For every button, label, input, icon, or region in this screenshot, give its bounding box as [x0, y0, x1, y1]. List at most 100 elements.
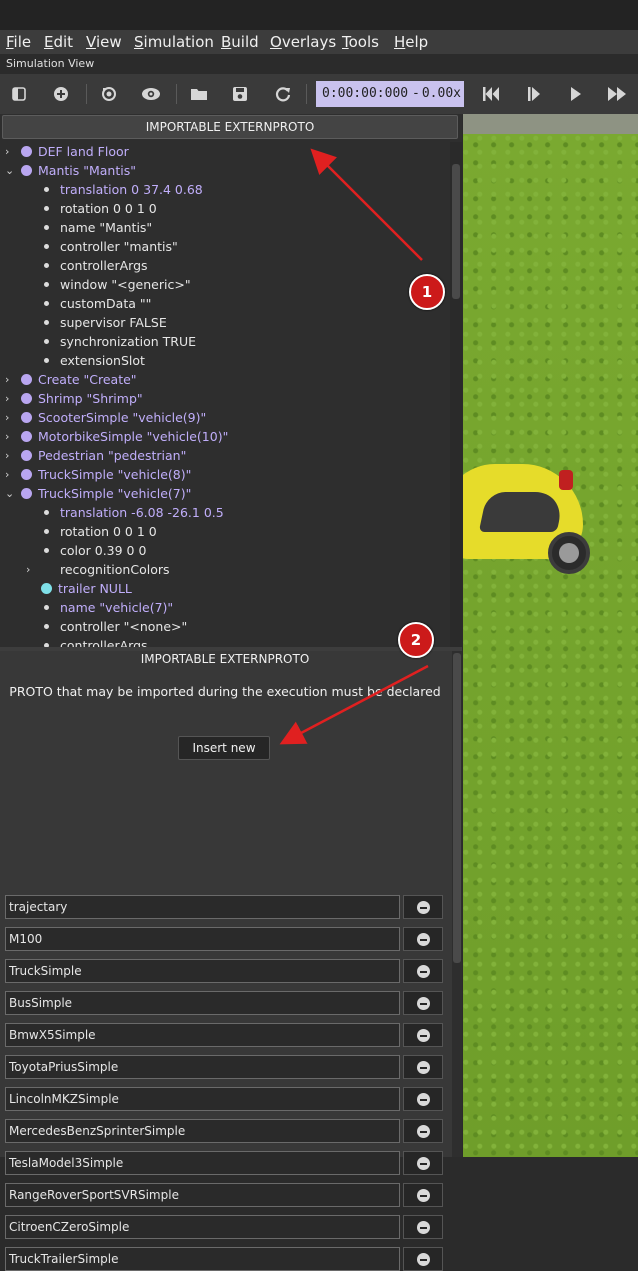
scene-tree-scroll-thumb[interactable]	[452, 164, 460, 299]
menu-item-overlays[interactable]: Overlays	[270, 33, 336, 51]
menu-item-help[interactable]: Help	[394, 33, 428, 51]
tree-node-row[interactable]: ⌄ TruckSimple "vehicle(7)"	[0, 484, 450, 503]
chevron-right-icon[interactable]: ›	[5, 408, 9, 427]
externproto-name-field[interactable]: TruckTrailerSimple	[5, 1247, 400, 1271]
chevron-right-icon[interactable]: ›	[26, 560, 30, 579]
chevron-right-icon[interactable]: ›	[5, 142, 9, 161]
tree-node-row[interactable]: › Pedestrian "pedestrian"	[0, 446, 450, 465]
externproto-name-field[interactable]: ToyotaPriusSimple	[5, 1055, 400, 1079]
reset-simulation-icon[interactable]	[479, 82, 503, 106]
menu-label-rest: ools	[348, 33, 379, 51]
remove-externproto-button[interactable]	[403, 1119, 443, 1143]
tree-field-row[interactable]: rotation 0 0 1 0	[0, 522, 450, 541]
externproto-name-field[interactable]: TruckSimple	[5, 959, 400, 983]
tree-node-row[interactable]: › ScooterSimple "vehicle(9)"	[0, 408, 450, 427]
remove-externproto-button[interactable]	[403, 1055, 443, 1079]
reload-world-icon[interactable]	[271, 82, 295, 106]
externproto-name-field[interactable]: RangeRoverSportSVRSimple	[5, 1183, 400, 1207]
menu-accelerator: H	[394, 33, 406, 51]
toggle-scene-tree-icon[interactable]	[7, 82, 31, 106]
externproto-name-field[interactable]: CitroenCZeroSimple	[5, 1215, 400, 1239]
tree-field-row[interactable]: supervisor FALSE	[0, 313, 450, 332]
remove-externproto-button[interactable]	[403, 1183, 443, 1207]
time-separator: -	[412, 86, 420, 101]
step-icon[interactable]	[522, 82, 546, 106]
node-dot-icon	[21, 488, 32, 499]
chevron-right-icon[interactable]: ›	[5, 427, 9, 446]
remove-externproto-button[interactable]	[403, 1151, 443, 1175]
tree-node-row[interactable]: › Shrimp "Shrimp"	[0, 389, 450, 408]
insert-new-button[interactable]: Insert new	[178, 736, 270, 760]
chevron-right-icon[interactable]: ›	[5, 465, 9, 484]
externproto-name-field[interactable]: BusSimple	[5, 991, 400, 1015]
menu-label-rest: ile	[13, 33, 32, 51]
open-world-icon[interactable]	[187, 82, 211, 106]
tree-field-row[interactable]: controller "mantis"	[0, 237, 450, 256]
eye-icon[interactable]	[139, 82, 163, 106]
tree-field-row[interactable]: controllerArgs	[0, 256, 450, 275]
menu-item-view[interactable]: View	[86, 33, 122, 51]
tree-row-label: controller "mantis"	[60, 239, 178, 254]
tree-field-row[interactable]: controllerArgs	[0, 636, 450, 647]
chevron-down-icon[interactable]: ⌄	[5, 484, 14, 503]
field-bullet-icon	[44, 244, 49, 249]
3d-viewport[interactable]	[463, 114, 638, 1157]
tree-field-row[interactable]: extensionSlot	[0, 351, 450, 370]
tree-field-row[interactable]: rotation 0 0 1 0	[0, 199, 450, 218]
importable-externproto-button[interactable]: IMPORTABLE EXTERNPROTO	[2, 115, 458, 139]
remove-externproto-button[interactable]	[403, 1247, 443, 1271]
add-node-icon[interactable]	[49, 82, 73, 106]
tree-field-row[interactable]: name "Mantis"	[0, 218, 450, 237]
field-bullet-icon	[44, 225, 49, 230]
externproto-name-field[interactable]: BmwX5Simple	[5, 1023, 400, 1047]
menu-accelerator: V	[86, 33, 96, 51]
menu-item-edit[interactable]: Edit	[44, 33, 73, 51]
tree-node-row[interactable]: › TruckSimple "vehicle(8)"	[0, 465, 450, 484]
externproto-name-field[interactable]: MercedesBenzSprinterSimple	[5, 1119, 400, 1143]
remove-externproto-button[interactable]	[403, 991, 443, 1015]
chevron-right-icon[interactable]: ›	[5, 446, 9, 465]
tree-field-row[interactable]: name "vehicle(7)"	[0, 598, 450, 617]
tree-field-row[interactable]: color 0.39 0 0	[0, 541, 450, 560]
remove-externproto-button[interactable]	[403, 927, 443, 951]
tree-field-row[interactable]: window "<generic>"	[0, 275, 450, 294]
field-bullet-icon	[44, 187, 49, 192]
chevron-right-icon[interactable]: ›	[5, 389, 9, 408]
tree-field-row[interactable]: translation 0 37.4 0.68	[0, 180, 450, 199]
fast-forward-icon[interactable]	[605, 82, 629, 106]
chevron-down-icon[interactable]: ⌄	[5, 161, 14, 180]
tree-field-row[interactable]: customData ""	[0, 294, 450, 313]
tree-node-row[interactable]: trailer NULL	[0, 579, 450, 598]
field-bullet-icon	[44, 358, 49, 363]
externproto-name-field[interactable]: trajectary	[5, 895, 400, 919]
tree-field-row[interactable]: synchronization TRUE	[0, 332, 450, 351]
menu-item-tools[interactable]: Tools	[342, 33, 379, 51]
externproto-name-field[interactable]: M100	[5, 927, 400, 951]
tree-node-row[interactable]: › DEF land Floor	[0, 142, 450, 161]
externproto-name-field[interactable]: TeslaModel3Simple	[5, 1151, 400, 1175]
remove-externproto-button[interactable]	[403, 959, 443, 983]
menu-accelerator: F	[6, 33, 14, 51]
chevron-right-icon[interactable]: ›	[5, 370, 9, 389]
externproto-name-field[interactable]: LincolnMKZSimple	[5, 1087, 400, 1111]
play-icon[interactable]	[564, 82, 588, 106]
simulation-time: 0:00:00:000	[322, 86, 409, 101]
minus-circle-icon	[416, 964, 430, 978]
menu-item-simulation[interactable]: Simulation	[134, 33, 214, 51]
remove-externproto-button[interactable]	[403, 1215, 443, 1239]
tree-node-row[interactable]: › MotorbikeSimple "vehicle(10)"	[0, 427, 450, 446]
reset-view-icon[interactable]	[97, 82, 121, 106]
tree-row-label: controllerArgs	[60, 638, 148, 647]
tree-node-row[interactable]: › Create "Create"	[0, 370, 450, 389]
remove-externproto-button[interactable]	[403, 895, 443, 919]
tree-field-row[interactable]: translation -6.08 -26.1 0.5	[0, 503, 450, 522]
tree-field-row[interactable]: controller "<none>"	[0, 617, 450, 636]
remove-externproto-button[interactable]	[403, 1087, 443, 1111]
tree-node-row[interactable]: ⌄ Mantis "Mantis"	[0, 161, 450, 180]
remove-externproto-button[interactable]	[403, 1023, 443, 1047]
save-world-icon[interactable]	[228, 82, 252, 106]
menu-item-file[interactable]: File	[6, 33, 31, 51]
menu-item-build[interactable]: Build	[221, 33, 259, 51]
externproto-scroll-thumb[interactable]	[453, 653, 461, 963]
tree-field-row[interactable]: › recognitionColors	[0, 560, 450, 579]
